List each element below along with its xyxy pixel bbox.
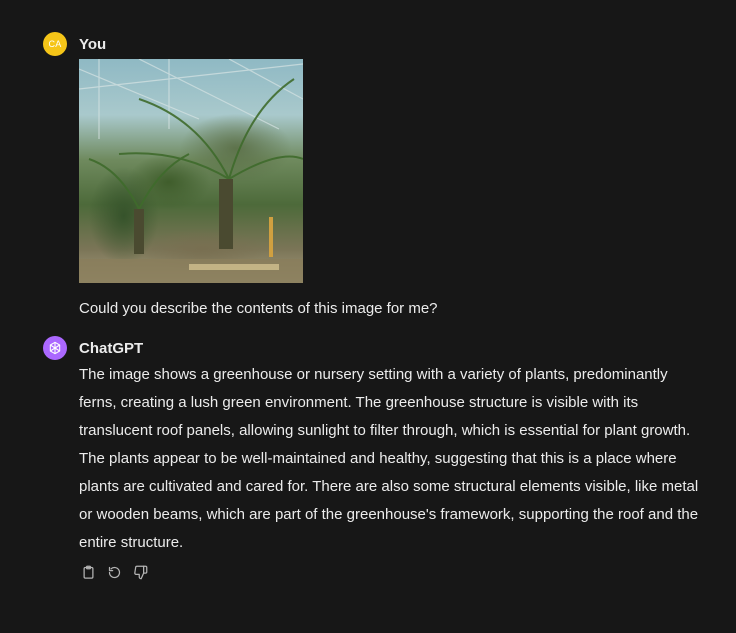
message-actions (79, 563, 703, 581)
assistant-message: ChatGPT The image shows a greenhouse or … (43, 336, 703, 581)
copy-icon[interactable] (79, 563, 97, 581)
user-message: CA You Could you describe the contents o… (43, 32, 703, 319)
user-avatar: CA (43, 32, 67, 56)
assistant-author-name: ChatGPT (79, 339, 144, 357)
assistant-message-header: ChatGPT (43, 336, 703, 360)
assistant-message-content: The image shows a greenhouse or nursery … (79, 361, 703, 581)
user-message-content: Could you describe the contents of this … (79, 59, 703, 319)
regenerate-icon[interactable] (105, 563, 123, 581)
user-message-text: Could you describe the contents of this … (79, 300, 438, 317)
thumbs-down-icon[interactable] (131, 563, 149, 581)
attached-image[interactable] (79, 59, 303, 283)
user-author-name: You (79, 35, 107, 53)
user-message-header: CA You (43, 32, 703, 56)
user-avatar-initials: CA (48, 39, 62, 49)
assistant-message-text: The image shows a greenhouse or nursery … (79, 366, 699, 551)
greenhouse-image-art (79, 59, 303, 283)
chatgpt-logo-icon (43, 336, 67, 360)
